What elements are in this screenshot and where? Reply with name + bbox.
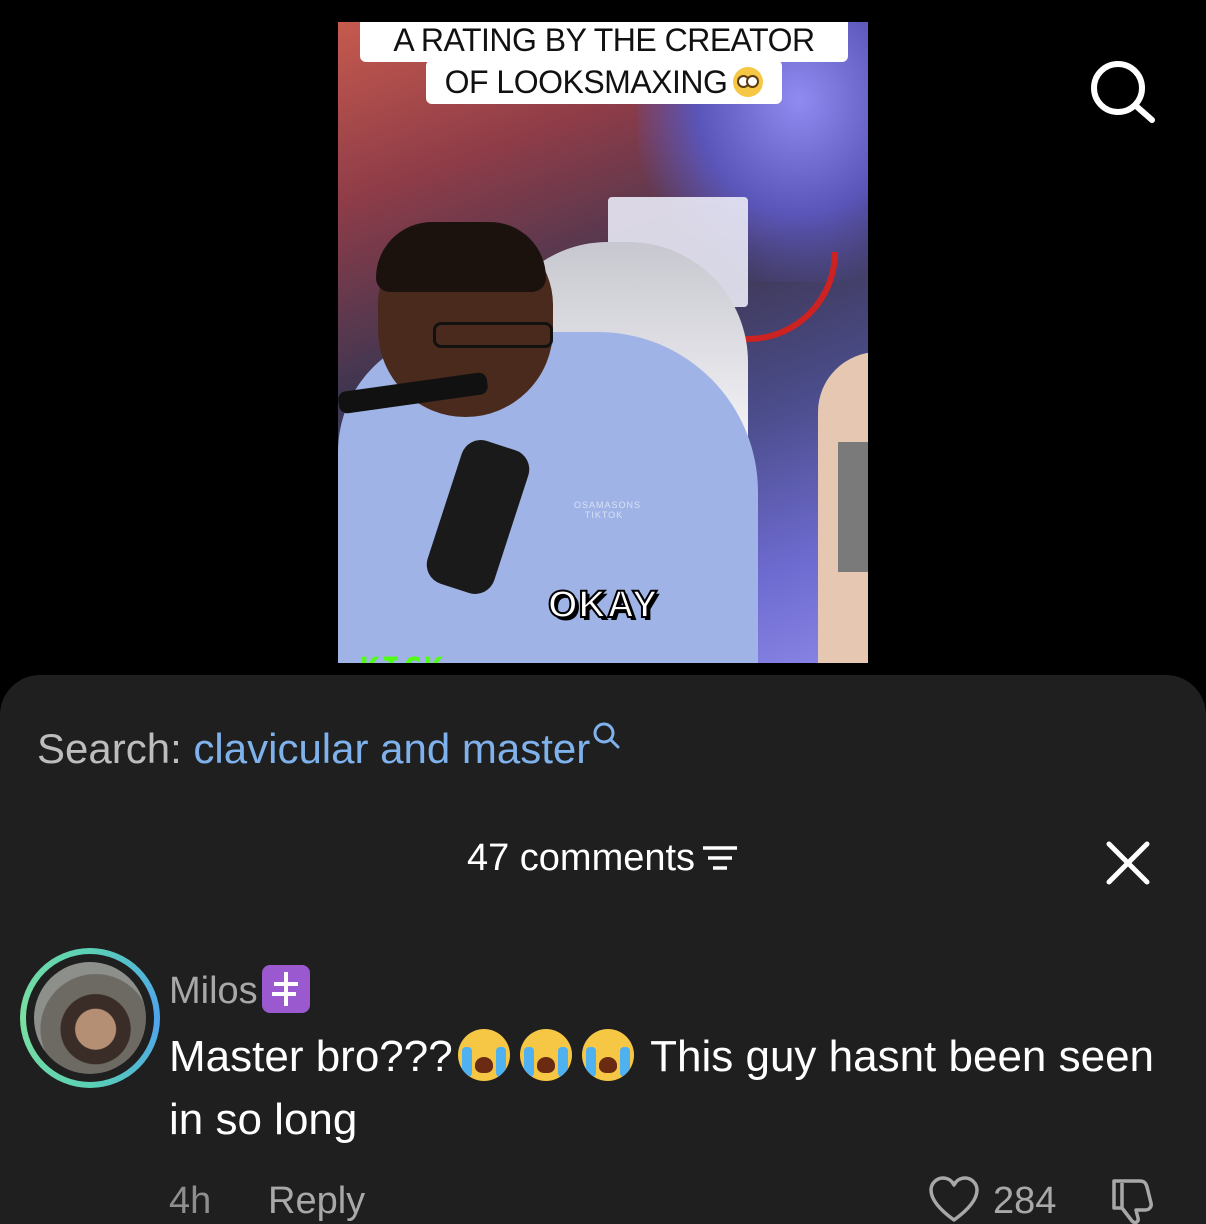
comment-text-before: Master bro??? (169, 1032, 453, 1081)
kick-logo: KICK (360, 650, 445, 663)
watermark-line1: OSAMASONS (574, 500, 642, 510)
watermark-line2: TIKTOK (584, 510, 624, 520)
loudly-crying-face-emoji-icon (519, 1029, 572, 1081)
video-title-line1: A RATING BY THE CREATOR (360, 22, 848, 62)
search-prefix: Search: (37, 725, 182, 772)
search-icon[interactable] (1088, 58, 1158, 128)
avatar-photo (34, 962, 146, 1074)
video-frame[interactable]: OSAMASONS TIKTOK OKAY KICK A RATING BY T… (338, 22, 868, 663)
video-title-line2-box: OF LOOKSMAXING (426, 60, 782, 104)
like-count: 284 (993, 1180, 1057, 1222)
comment-username[interactable]: Milos (169, 965, 310, 1013)
heart-icon[interactable] (928, 1175, 980, 1224)
video-title-line2: OF LOOKSMAXING (444, 64, 728, 100)
person-hair (376, 222, 546, 292)
loudly-crying-face-emoji-icon (581, 1029, 634, 1081)
video-caption: OKAY (547, 583, 659, 627)
video-watermark: OSAMASONS TIKTOK (574, 500, 642, 520)
video-player[interactable]: OSAMASONS TIKTOK OKAY KICK A RATING BY T… (0, 0, 1206, 690)
sort-icon[interactable] (701, 843, 739, 873)
avatar[interactable] (20, 948, 160, 1088)
search-suggestion[interactable]: Search: clavicular and master (37, 721, 620, 773)
avatar-inner (26, 954, 154, 1082)
comment-time: 4h (169, 1180, 212, 1222)
flushed-face-emoji-icon (733, 67, 764, 97)
person-glasses (433, 322, 553, 348)
comments-count: 47 comments (466, 837, 696, 879)
reply-button[interactable]: Reply (268, 1180, 365, 1223)
loudly-crying-face-emoji-icon (457, 1029, 510, 1081)
second-person-shirt (838, 442, 868, 572)
orthodox-cross-icon (261, 965, 310, 1013)
comments-sheet: Search: clavicular and master 47 comment… (0, 675, 1206, 1224)
thumbs-down-icon[interactable] (1106, 1175, 1158, 1224)
close-icon[interactable] (1105, 840, 1151, 886)
comments-header: 47 comments (0, 837, 1206, 880)
search-icon[interactable] (592, 721, 620, 749)
comment-body: Master bro??? This guy hasnt been seen i… (169, 1025, 1169, 1151)
username-text: Milos (169, 970, 258, 1012)
search-query[interactable]: clavicular and master (193, 725, 590, 772)
